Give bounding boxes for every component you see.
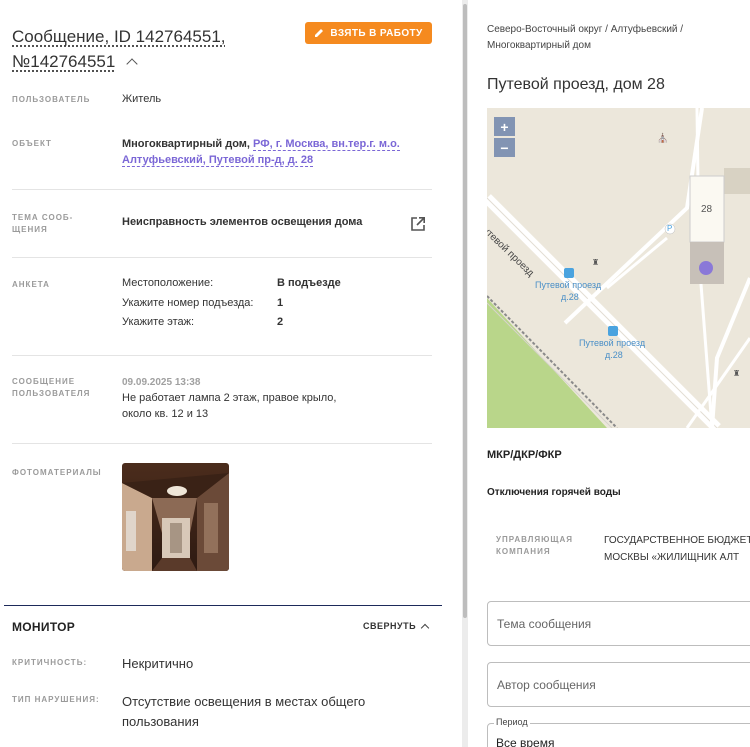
survey-key: Укажите номер подъезда: [122, 297, 254, 309]
violation-type-value: Отсутствие освещения в местах общего пол… [122, 694, 366, 729]
pencil-icon [315, 29, 324, 37]
survey-key: Укажите этаж: [122, 316, 195, 328]
zoom-in-button[interactable]: + [494, 117, 515, 136]
chevron-up-icon[interactable] [126, 58, 138, 70]
survey-label: АНКЕТА [12, 280, 50, 289]
divider [12, 257, 432, 258]
photo-thumbnail[interactable] [122, 463, 229, 571]
details-panel: Северо-Восточный округ / Алтуфьевский / … [468, 0, 750, 747]
topic-value: Неисправность элементов освещения дома [122, 216, 363, 228]
collapse-button[interactable]: СВЕРНУТЬ [363, 621, 430, 632]
address-title: Путевой проезд, дом 28 [487, 76, 665, 93]
building-number: 28 [701, 204, 713, 215]
svg-text:⛪: ⛪ [657, 132, 668, 144]
management-company-value: ГОСУДАРСТВЕННОЕ БЮДЖЕТ МОСКВЫ «ЖИЛИЩНИК … [604, 532, 750, 566]
divider [12, 355, 432, 356]
survey-key: Местоположение: [122, 277, 214, 289]
management-company-label: УПРАВЛЯЮЩАЯ КОМПАНИЯ [496, 535, 574, 556]
hot-water-label: Отключения горячей воды [487, 487, 621, 498]
divider [12, 189, 432, 190]
take-to-work-label: ВЗЯТЬ В РАБОТУ [330, 27, 423, 39]
survey-value: 2 [277, 316, 284, 328]
user-label: ПОЛЬЗОВАТЕЛЬ [12, 95, 91, 104]
bus-stop-sub: д.28 [605, 350, 623, 360]
period-value: Все время [496, 736, 555, 747]
svg-text:♜: ♜ [592, 258, 599, 267]
zoom-out-button[interactable]: − [494, 138, 515, 157]
bus-stop-label: Путевой проезд [535, 280, 602, 290]
criticality-value: Некритично [122, 656, 194, 671]
management-company-line: МОСКВЫ «ЖИЛИЩНИК АЛТ [604, 552, 740, 563]
user-message-label: СООБЩЕНИЕ ПОЛЬЗОВАТЕЛЯ [12, 377, 91, 398]
object-label: ОБЪЕКТ [12, 139, 52, 148]
chevron-up-icon [420, 623, 430, 632]
user-value: Житель [122, 93, 162, 105]
author-filter-placeholder: Автор сообщения [497, 677, 596, 692]
message-title-text: Сообщение, ID 142764551, №142764551 [12, 27, 226, 71]
breadcrumb: Северо-Восточный округ / Алтуфьевский / … [487, 24, 684, 51]
user-message-text: Не работает лампа 2 этаж, правое крыло, … [122, 392, 337, 420]
survey-value: 1 [277, 297, 284, 309]
monitor-divider [4, 605, 442, 606]
photos-label: ФОТОМАТЕРИАЛЫ [12, 468, 102, 477]
parking-icon: P [667, 224, 673, 233]
period-label: Период [494, 717, 530, 727]
object-type: Многоквартирный дом, [122, 138, 250, 150]
scrollbar-thumb[interactable] [463, 4, 467, 618]
map[interactable]: ⛪ ♜ ♜ + − 28 P Путевой проезд Путевой пр… [487, 108, 750, 428]
monitor-title: МОНИТОР [12, 620, 76, 634]
bus-stop-sub: д.28 [561, 292, 579, 302]
survey-value: В подъезде [277, 277, 341, 289]
external-link-icon[interactable] [410, 216, 426, 232]
user-message-date: 09.09.2025 13:38 [122, 377, 201, 388]
mkr-label: МКР/ДКР/ФКР [487, 449, 562, 461]
criticality-label: КРИТИЧНОСТЬ: [12, 658, 88, 667]
topic-filter-placeholder: Тема сообщения [497, 616, 592, 631]
topic-filter-field[interactable]: Тема сообщения [487, 601, 750, 646]
bus-stop-label: Путевой проезд [579, 338, 646, 348]
violation-type-label: ТИП НАРУШЕНИЯ: [12, 695, 100, 704]
divider [12, 443, 432, 444]
take-to-work-button[interactable]: ВЗЯТЬ В РАБОТУ [305, 22, 432, 44]
message-panel: Сообщение, ID 142764551, №142764551 ВЗЯТ… [0, 0, 442, 747]
collapse-label: СВЕРНУТЬ [363, 621, 417, 631]
topic-label: ТЕМА СООБ- ЩЕНИЯ [12, 213, 74, 234]
svg-text:♜: ♜ [733, 369, 740, 378]
author-filter-field[interactable]: Автор сообщения [487, 662, 750, 707]
management-company-line: ГОСУДАРСТВЕННОЕ БЮДЖЕТ [604, 535, 750, 546]
object-value: Многоквартирный дом, РФ, г. Москва, вн.т… [122, 136, 402, 168]
message-title[interactable]: Сообщение, ID 142764551, №142764551 [12, 24, 272, 74]
